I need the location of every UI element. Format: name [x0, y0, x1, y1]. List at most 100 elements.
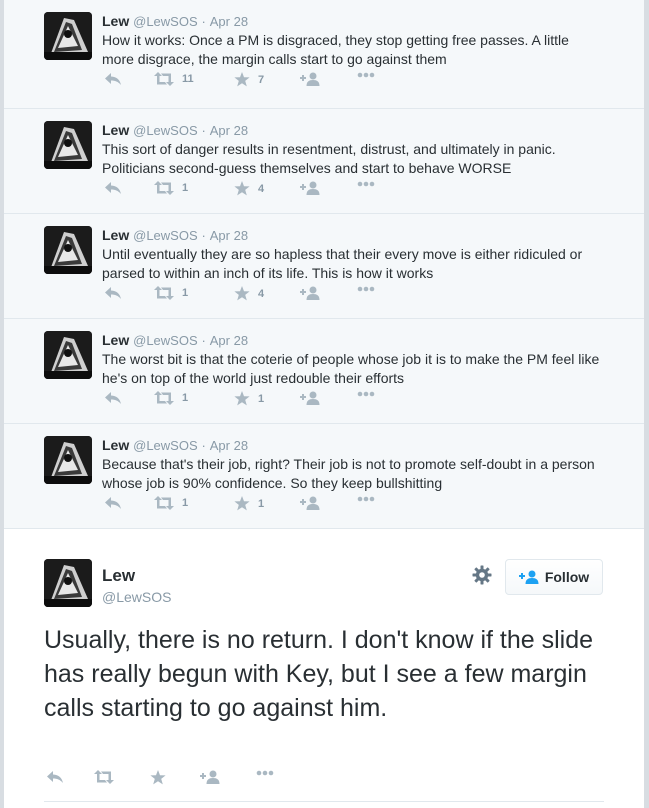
author-handle[interactable]: @LewSOS: [133, 438, 198, 453]
more-button[interactable]: [357, 496, 375, 502]
avatar[interactable]: [44, 436, 92, 484]
conversation-thread: Lew @LewSOS · Apr 28 How it works: Once …: [4, 0, 644, 529]
tweet-text: This sort of danger results in resentmen…: [102, 141, 556, 176]
add-user-icon: [518, 570, 539, 584]
tweet-actions: 1 4: [102, 181, 422, 201]
favorite-count: 4: [258, 287, 265, 300]
reply-icon: [47, 771, 63, 783]
author-block: Lew @LewSOS: [102, 565, 171, 605]
follow-action-button[interactable]: [200, 770, 220, 784]
follow-action-button[interactable]: [300, 72, 320, 86]
tweet-text: Until eventually they are so hapless tha…: [102, 246, 583, 281]
avatar[interactable]: [44, 226, 92, 274]
more-button[interactable]: [357, 286, 375, 292]
author-name[interactable]: Lew: [102, 13, 129, 29]
user-actions-button[interactable]: [472, 565, 492, 590]
retweet-button[interactable]: 1: [154, 391, 188, 405]
favorite-button[interactable]: 4: [234, 181, 264, 196]
retweet-count: 1: [182, 287, 189, 299]
separator: ·: [201, 228, 206, 243]
avatar[interactable]: [44, 12, 92, 60]
separator: ·: [201, 438, 206, 453]
add-user-icon: [300, 181, 320, 195]
favorite-count: 1: [258, 392, 265, 405]
add-user-icon: [300, 286, 320, 300]
star-icon: [234, 181, 250, 196]
author-name[interactable]: Lew: [102, 565, 171, 587]
star-icon: [234, 286, 250, 301]
reply-button[interactable]: [104, 181, 122, 195]
tweet-date[interactable]: Apr 28: [210, 333, 248, 348]
author-name[interactable]: Lew: [102, 332, 129, 348]
tweet-header: Lew @LewSOS · Apr 28: [102, 12, 248, 31]
more-button[interactable]: [357, 181, 375, 187]
tweet-date[interactable]: Apr 28: [210, 123, 248, 138]
gear-icon: [472, 565, 492, 585]
tweet-text: The worst bit is that the coterie of peo…: [102, 351, 600, 386]
more-button[interactable]: [357, 391, 375, 397]
more-button[interactable]: [357, 72, 375, 78]
author-handle[interactable]: @LewSOS: [102, 589, 171, 605]
retweet-count: 11: [182, 73, 194, 85]
author-name[interactable]: Lew: [102, 437, 129, 453]
divider: [44, 801, 604, 802]
star-icon: [150, 770, 166, 785]
favorite-button[interactable]: 1: [234, 391, 264, 406]
reply-button[interactable]: [104, 286, 122, 300]
avatar[interactable]: [44, 121, 92, 169]
author-name[interactable]: Lew: [102, 122, 129, 138]
author-handle[interactable]: @LewSOS: [133, 333, 198, 348]
tweet-header: Lew @LewSOS · Apr 28: [102, 226, 248, 245]
favorite-count: 1: [258, 497, 265, 510]
follow-action-button[interactable]: [300, 391, 320, 405]
retweet-button[interactable]: [94, 770, 114, 784]
retweet-button[interactable]: 11: [154, 72, 194, 86]
retweet-button[interactable]: 1: [154, 286, 188, 300]
author-handle[interactable]: @LewSOS: [133, 123, 198, 138]
retweet-icon: [154, 181, 174, 195]
retweet-count: 1: [182, 392, 189, 404]
avatar[interactable]: [44, 331, 92, 379]
retweet-icon: [154, 391, 174, 405]
avatar[interactable]: [44, 559, 92, 607]
favorite-button[interactable]: [150, 770, 166, 785]
thread-tweet[interactable]: Lew @LewSOS · Apr 28 Because that's thei…: [4, 424, 644, 529]
add-user-icon: [300, 72, 320, 86]
tweet-date[interactable]: Apr 28: [210, 438, 248, 453]
tweet-permalink: Lew @LewSOS · Apr 28 How it works: Once …: [4, 0, 644, 808]
separator: ·: [201, 333, 206, 348]
favorite-button[interactable]: 4: [234, 286, 264, 301]
follow-action-button[interactable]: [300, 496, 320, 510]
author-name[interactable]: Lew: [102, 227, 129, 243]
reply-button[interactable]: [104, 391, 122, 405]
reply-button[interactable]: [46, 770, 64, 784]
more-button[interactable]: [256, 770, 274, 776]
more-icon: [256, 770, 274, 776]
tweet-text: How it works: Once a PM is disgraced, th…: [102, 32, 569, 67]
retweet-icon: [94, 770, 114, 784]
reply-button[interactable]: [104, 72, 122, 86]
retweet-count: 1: [182, 182, 189, 194]
tweet-header: Lew @LewSOS · Apr 28: [102, 331, 248, 350]
thread-tweet[interactable]: Lew @LewSOS · Apr 28 This sort of danger…: [4, 109, 644, 214]
follow-action-button[interactable]: [300, 286, 320, 300]
reply-button[interactable]: [104, 496, 122, 510]
reply-icon: [105, 287, 121, 299]
retweet-button[interactable]: 1: [154, 181, 188, 195]
thread-tweet[interactable]: Lew @LewSOS · Apr 28 Until eventually th…: [4, 214, 644, 319]
retweet-button[interactable]: 1: [154, 496, 188, 510]
tweet-actions: 1 1: [102, 496, 422, 516]
author-handle[interactable]: @LewSOS: [133, 14, 198, 29]
permalink-tweet: Lew @LewSOS Follow Usually, there is no …: [4, 529, 644, 803]
tweet-header: Lew @LewSOS · Apr 28: [102, 436, 248, 455]
follow-action-button[interactable]: [300, 181, 320, 195]
tweet-date[interactable]: Apr 28: [210, 228, 248, 243]
thread-tweet[interactable]: Lew @LewSOS · Apr 28 How it works: Once …: [4, 0, 644, 109]
thread-tweet[interactable]: Lew @LewSOS · Apr 28 The worst bit is th…: [4, 319, 644, 424]
author-handle[interactable]: @LewSOS: [133, 228, 198, 243]
tweet-date[interactable]: Apr 28: [210, 14, 248, 29]
tweet-actions: [44, 770, 364, 790]
follow-button[interactable]: Follow: [505, 559, 603, 595]
favorite-button[interactable]: 1: [234, 496, 264, 511]
favorite-button[interactable]: 7: [234, 72, 264, 87]
